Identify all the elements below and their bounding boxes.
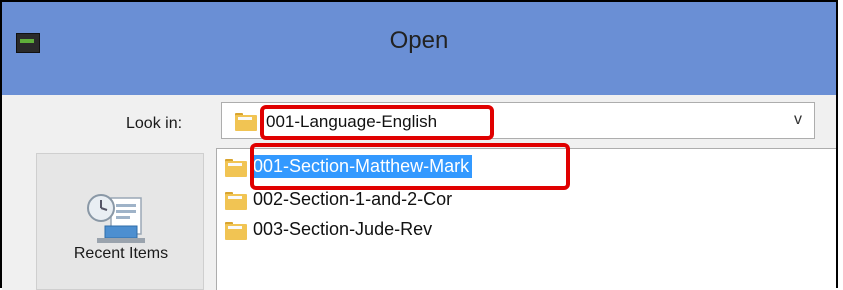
look-in-label: Look in: — [126, 115, 183, 132]
list-item[interactable]: 003-Section-Jude-Rev — [217, 215, 577, 245]
window-title: Open — [389, 27, 449, 54]
open-dialog: Open Look in: 001-Language-English v Rec… — [0, 0, 838, 290]
file-name: 002-Section-1-and-2-Cor — [253, 189, 453, 209]
folder-icon — [225, 222, 247, 240]
title-bar[interactable]: Open — [2, 2, 836, 95]
dialog-body: Look in: 001-Language-English v Recent I… — [2, 95, 836, 290]
folder-icon — [235, 113, 257, 131]
chevron-down-icon[interactable]: v — [794, 111, 802, 129]
recent-items-icon[interactable] — [83, 186, 153, 246]
file-name: 003-Section-Jude-Rev — [253, 219, 433, 239]
places-panel: Recent Items — [36, 153, 204, 290]
folder-icon — [225, 159, 247, 177]
recent-items-label[interactable]: Recent Items — [37, 245, 205, 263]
highlight-box-look-in — [260, 105, 494, 140]
folder-icon — [225, 192, 247, 210]
highlight-box-selected-folder — [250, 143, 570, 190]
